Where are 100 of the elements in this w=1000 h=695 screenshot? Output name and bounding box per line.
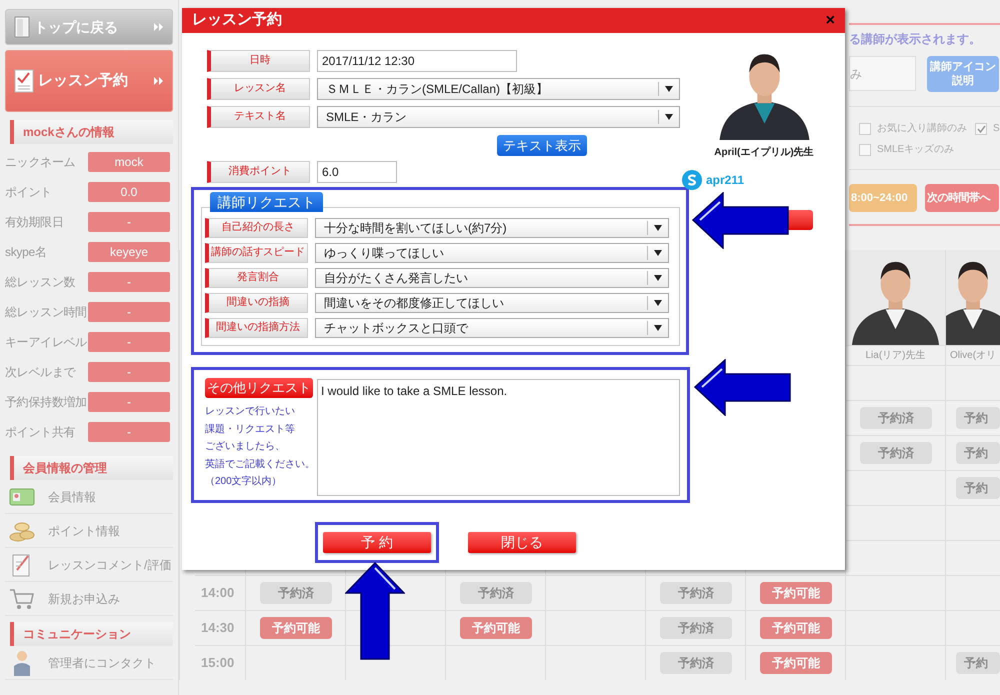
info-value: mock (88, 152, 170, 172)
caret-icon (654, 300, 662, 306)
dropdown[interactable]: ゆっくり喋ってほしい (315, 243, 669, 263)
request-text-area[interactable]: I would like to take a SMLE lesson. (317, 379, 680, 496)
time-button[interactable]: 8:00~24:00 (849, 184, 917, 212)
field-label: 日時 (207, 50, 310, 72)
info-label: 総レッスン数 (5, 274, 76, 291)
menu-item[interactable]: レッスンコメント/評価 (5, 548, 173, 582)
field-label: 間違いの指摘方法 (205, 318, 308, 338)
check-icon (976, 124, 986, 132)
dropdown[interactable]: チャットボックスと口頭で (315, 318, 669, 338)
slot-button[interactable]: 予約済 (260, 582, 332, 604)
checkbox-label: SMLEキッズのみ (877, 143, 954, 157)
caret-icon (665, 86, 673, 92)
double-chevron-icon (154, 23, 164, 31)
slot-button[interactable]: 予約済 (860, 442, 932, 464)
nav-button[interactable]: レッスン予約 (5, 50, 173, 112)
slot-button[interactable]: 予約可能 (760, 617, 832, 639)
text-view-button[interactable]: テキスト表示 (497, 135, 587, 156)
time-button[interactable]: 次の時間帯へ (925, 184, 999, 212)
double-chevron-icon (154, 77, 164, 85)
checkbox[interactable] (975, 122, 987, 134)
request-hint: レッスンで行いたい 課題・リクエスト等 ございましたら、 英語でご記載ください。 （200文字以内） (205, 405, 316, 489)
caret-icon (654, 275, 662, 281)
menu-item[interactable]: 新規お申込み (5, 582, 173, 616)
info-label: キーアイレベル (5, 334, 88, 351)
dropdown[interactable]: 十分な時間を割いてほしい(約7分) (315, 218, 669, 238)
info-label: 有効期限日 (5, 214, 65, 231)
date-field[interactable]: 2017/11/12 12:30 (317, 50, 517, 72)
info-value: - (88, 422, 170, 442)
slot-button[interactable]: 予約済 (660, 582, 732, 604)
modal-title: レッスン予約 (192, 10, 283, 30)
menu-item[interactable]: 会員情報 (5, 480, 173, 514)
teacher-name: April(エイプリル)先生 (714, 145, 814, 160)
info-label: ポイント共有 (5, 424, 76, 441)
info-value: - (88, 212, 170, 232)
slot-button[interactable]: 予約済 (660, 617, 732, 639)
dropdown[interactable]: SMLE・カラン (317, 106, 680, 128)
menu-item[interactable]: ポイント情報 (5, 514, 173, 548)
section-header: 会員情報の管理 (10, 456, 173, 480)
nav-button[interactable]: トップに戻る (5, 9, 173, 45)
slot-button[interactable]: 予約済 (460, 582, 532, 604)
time-label: 15:00 (201, 654, 234, 672)
skype-id: apr211 (706, 172, 744, 189)
field-label: 間違いの指摘 (205, 293, 308, 313)
info-label: ニックネーム (5, 154, 76, 171)
slot-button[interactable]: 予約可能 (760, 652, 832, 674)
info-value: - (88, 392, 170, 412)
icon-help-button[interactable]: 講師アイコン 説明 (927, 56, 999, 92)
field-label: 消費ポイント (207, 161, 310, 183)
notice-text: る講師が表示されます。 (849, 31, 982, 48)
info-label: ポイント (5, 184, 53, 201)
info-value: keyeye (88, 242, 170, 262)
slot-button[interactable]: 予約 (956, 652, 1000, 674)
checkbox-label: S (993, 122, 1000, 136)
slot-button[interactable]: 予約可能 (460, 617, 532, 639)
time-label: 14:00 (201, 584, 234, 602)
section-header: mockさんの情報 (10, 120, 173, 144)
slot-button[interactable]: 予約 (956, 477, 1000, 499)
field-label: 自己紹介の長さ (205, 218, 308, 238)
points-field[interactable]: 6.0 (317, 161, 397, 183)
door-icon (14, 16, 30, 38)
slot-button[interactable]: 予約可能 (260, 617, 332, 639)
info-label: 総レッスン時間 (5, 304, 88, 321)
dropdown[interactable]: ＳＭＬＥ・カラン(SMLE/Callan)【初級】 (317, 78, 680, 100)
cart-icon (9, 588, 35, 610)
slot-button[interactable]: 予約済 (660, 652, 732, 674)
field-label: レッスン名 (207, 78, 310, 100)
coins-icon (9, 520, 35, 542)
caret-icon (654, 325, 662, 331)
info-value: - (88, 272, 170, 292)
dropdown[interactable]: 自分がたくさん発言したい (315, 268, 669, 288)
dropdown[interactable]: 間違いをその都度修正してほしい (315, 293, 669, 313)
checkbox[interactable] (859, 144, 871, 156)
menu-item[interactable]: 管理者にコンタクト (5, 646, 173, 680)
slot-button[interactable]: 予約 (956, 407, 1000, 429)
info-value: 0.0 (88, 182, 170, 202)
teacher-name: Lia(リア)先生 (865, 348, 926, 363)
other-request-label: その他リクエスト (205, 378, 313, 398)
time-label: 14:30 (201, 619, 234, 638)
card-icon (9, 488, 35, 506)
dialog-button[interactable]: 予 約 (323, 532, 431, 553)
slot-button[interactable]: 予約済 (860, 407, 932, 429)
field-label: テキスト名 (207, 106, 310, 128)
checkbox[interactable] (859, 122, 871, 134)
skype-icon (682, 170, 702, 190)
dialog-button[interactable]: 閉じる (468, 532, 576, 553)
caret-icon (654, 250, 662, 256)
caret-icon (654, 225, 662, 231)
slot-button[interactable]: 予約可能 (760, 582, 832, 604)
checklist-icon (14, 69, 34, 93)
info-value: - (88, 362, 170, 382)
field-label: 発言割合 (205, 268, 308, 288)
field-label: 講師の話すスピード (205, 243, 308, 263)
info-label: 予約保持数増加 (5, 394, 88, 411)
search-field[interactable]: み (849, 56, 916, 91)
close-button[interactable]: × (826, 12, 835, 28)
slot-button[interactable]: 予約 (956, 442, 1000, 464)
section-header: コミュニケーション (10, 622, 173, 646)
checkbox-label: お気に入り講師のみ (877, 122, 967, 136)
